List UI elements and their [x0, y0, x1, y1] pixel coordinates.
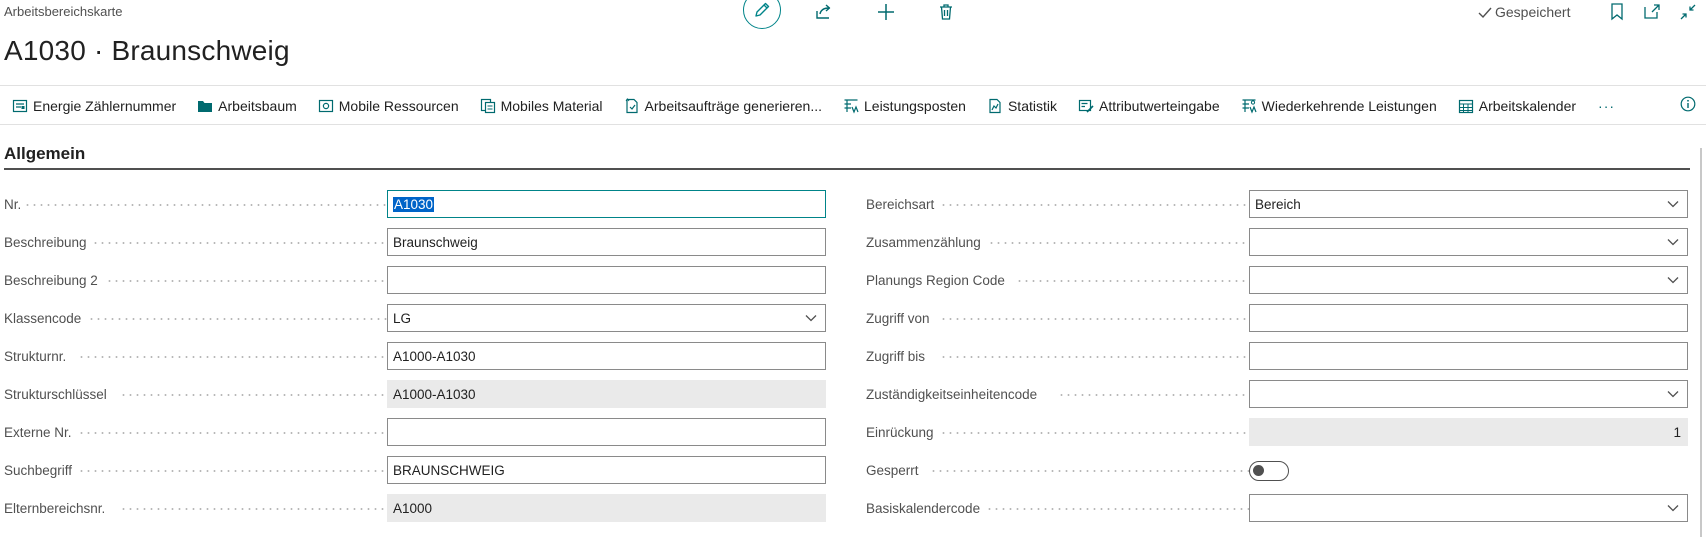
bereichsart-select[interactable]: Bereich: [1249, 190, 1688, 218]
field-basiskalendercode: Basiskalendercode: [866, 494, 1688, 522]
page-caption: Arbeitsbereichskarte: [4, 4, 123, 19]
checkmark-icon: [1478, 7, 1492, 18]
chevron-down-icon: [1667, 201, 1679, 208]
open-new-window-icon: [1644, 4, 1660, 19]
recurring-icon: [1242, 99, 1257, 114]
field-bereichsart: Bereichsart Bereich: [866, 190, 1688, 218]
field-nr: Nr. A1030: [4, 190, 826, 218]
toggle-knob: [1253, 465, 1264, 476]
info-button[interactable]: [1680, 96, 1696, 117]
generate-icon: [625, 98, 638, 114]
zusammenzaehlung-select[interactable]: [1249, 228, 1688, 256]
chevron-down-icon: [1667, 505, 1679, 512]
pencil-icon: [755, 2, 770, 17]
folder-icon: [198, 101, 213, 112]
info-icon: [1680, 96, 1696, 112]
bookmark-icon: [1611, 3, 1623, 21]
attribute-icon: [1078, 99, 1094, 113]
open-new-window-button[interactable]: [1641, 1, 1663, 23]
save-status-label: Gespeichert: [1495, 4, 1571, 20]
save-status: Gespeichert: [1478, 4, 1570, 20]
chevron-down-icon: [1667, 239, 1679, 246]
beschreibung-2-input[interactable]: [387, 266, 826, 294]
collapse-button[interactable]: [1677, 1, 1699, 23]
field-elternbereichsnr: Elternbereichsnr. A1000: [4, 494, 826, 522]
action-leistungsposten[interactable]: Leistungsposten: [843, 98, 966, 114]
statistics-icon: [989, 98, 1001, 114]
action-mobiles-material[interactable]: Mobiles Material: [480, 98, 603, 114]
trash-icon: [940, 4, 952, 20]
strukturnr-input[interactable]: A1000-A1030: [387, 342, 826, 370]
entries-icon: [844, 99, 859, 114]
delete-button[interactable]: [935, 1, 957, 23]
page-title: A1030 · Braunschweig: [4, 35, 290, 66]
action-statistik[interactable]: Statistik: [987, 98, 1057, 114]
scrollbar[interactable]: [1700, 148, 1702, 537]
zugriff-von-input[interactable]: [1249, 304, 1688, 332]
action-energie-zaehlernummer[interactable]: Energie Zählernummer: [12, 98, 176, 114]
action-attributwerteingabe[interactable]: Attributwerteingabe: [1078, 98, 1220, 114]
chevron-down-icon: [805, 315, 817, 322]
section-title: Allgemein: [4, 144, 86, 163]
field-einrueckung: Einrückung 1: [866, 418, 1688, 446]
plus-icon: [878, 4, 894, 20]
edit-button[interactable]: [743, 0, 781, 29]
chevron-down-icon: [1667, 391, 1679, 398]
field-zusammenzaehlung: Zusammenzählung: [866, 228, 1688, 256]
field-planungs-region-code: Planungs Region Code: [866, 266, 1688, 294]
zustaendigkeitseinheitencode-select[interactable]: [1249, 380, 1688, 408]
strukturschluessel-value: A1000-A1030: [387, 380, 826, 408]
action-arbeitsauftraege-generieren[interactable]: Arbeitsaufträge generieren...: [624, 98, 822, 114]
field-zugriff-bis: Zugriff bis: [866, 342, 1688, 370]
field-suchbegriff: Suchbegriff BRAUNSCHWEIG: [4, 456, 826, 484]
share-icon: [816, 4, 831, 19]
field-zugriff-von: Zugriff von: [866, 304, 1688, 332]
new-button[interactable]: [875, 1, 897, 23]
action-mobile-ressourcen[interactable]: Mobile Ressourcen: [318, 98, 459, 114]
chevron-down-icon: [1667, 277, 1679, 284]
bookmark-button[interactable]: [1606, 1, 1628, 23]
field-klassencode: Klassencode LG: [4, 304, 826, 332]
field-beschreibung-2: Beschreibung 2: [4, 266, 826, 294]
field-gesperrt: Gesperrt: [866, 456, 1688, 484]
elternbereichsnr-value: A1000: [387, 494, 826, 522]
einrueckung-value: 1: [1249, 418, 1688, 446]
suchbegriff-input[interactable]: BRAUNSCHWEIG: [387, 456, 826, 484]
resources-icon: [318, 99, 333, 113]
field-externe-nr: Externe Nr.: [4, 418, 826, 446]
collapse-icon: [1680, 4, 1696, 20]
action-wiederkehrende-leistungen[interactable]: Wiederkehrende Leistungen: [1241, 98, 1437, 114]
more-actions-button[interactable]: ···: [1598, 98, 1615, 114]
meter-icon: [12, 99, 28, 113]
klassencode-select[interactable]: LG: [387, 304, 826, 332]
nr-input[interactable]: A1030: [387, 190, 826, 218]
field-strukturnr: Strukturnr. A1000-A1030: [4, 342, 826, 370]
field-zustaendigkeitseinheitencode: Zuständigkeitseinheitencode: [866, 380, 1688, 408]
share-button[interactable]: [813, 1, 835, 23]
action-arbeitsbaum[interactable]: Arbeitsbaum: [197, 98, 297, 114]
basiskalendercode-select[interactable]: [1249, 494, 1688, 522]
externe-nr-input[interactable]: [387, 418, 826, 446]
action-ribbon: Energie Zählernummer Arbeitsbaum Mobile …: [12, 94, 1615, 118]
field-beschreibung: Beschreibung Braunschweig: [4, 228, 826, 256]
calendar-icon: [1458, 99, 1473, 114]
gesperrt-toggle[interactable]: [1249, 461, 1289, 481]
field-strukturschluessel: Strukturschlüssel A1000-A1030: [4, 380, 826, 408]
planungs-region-code-select[interactable]: [1249, 266, 1688, 294]
beschreibung-input[interactable]: Braunschweig: [387, 228, 826, 256]
material-icon: [480, 98, 495, 114]
action-arbeitskalender[interactable]: Arbeitskalender: [1458, 98, 1576, 114]
zugriff-bis-input[interactable]: [1249, 342, 1688, 370]
